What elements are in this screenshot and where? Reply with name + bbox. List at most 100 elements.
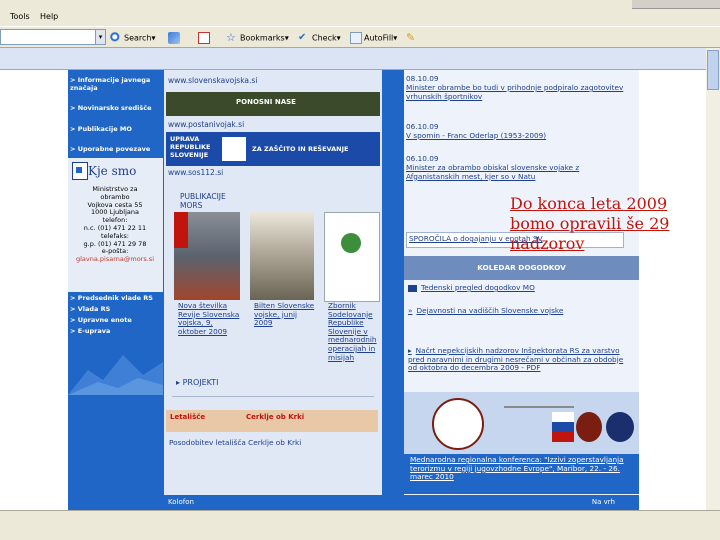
globe-emblem-icon — [432, 398, 484, 450]
nav-item-info[interactable]: > Informacije javnega značaja — [70, 76, 162, 92]
pub-caption-zbornik[interactable]: Zbornik Sodelovanje Republike Slovenije … — [328, 301, 382, 362]
news-column: 08.10.09 Minister obrambe bo tudi v prih… — [404, 70, 639, 495]
block-icon — [198, 32, 210, 44]
emblem-divider — [504, 406, 574, 408]
pub-cover-zbornik[interactable] — [324, 212, 380, 302]
block-button[interactable] — [198, 32, 212, 44]
web-page: > Informacije javnega značaja > Novinars… — [0, 70, 720, 510]
share-button[interactable] — [168, 32, 182, 44]
overlay-line: nadzorov — [510, 234, 585, 253]
news-link[interactable]: Minister za obrambo obiskal slovenske vo… — [406, 163, 634, 181]
link-prime-minister[interactable]: > Predsednik vlade RS — [70, 294, 162, 302]
seal-icon — [576, 412, 602, 442]
bookmarks-label: Bookmarks — [240, 33, 285, 43]
inspection-plan-link[interactable]: ▸ Načrt nepekcijskih nadzorov Inšpektorat… — [408, 346, 634, 373]
email-link[interactable]: glavna.pisarna@mors.si — [70, 255, 160, 264]
weekly-review-label: Tedenski pregled dogodkov MO — [421, 283, 535, 292]
link-admin-units[interactable]: > Upravne enote — [70, 316, 162, 324]
civil-protection-icon — [222, 137, 246, 161]
site-container: > Informacije javnega značaja > Novinars… — [68, 70, 639, 510]
dod-seal-icon — [606, 412, 634, 442]
conference-link[interactable]: Mednarodna regionalna konferenca: "Izziv… — [404, 454, 639, 494]
urszr-right-text: ZA ZAŠČITO IN REŠEVANJE — [252, 145, 349, 153]
search-arrow: ▾ — [151, 33, 156, 43]
overlay-annotation: Do konca leta 2009 bomo opravili še 29 n… — [510, 194, 715, 254]
search-dropdown-button[interactable]: ▾ — [95, 29, 106, 45]
star-icon: ☆ — [226, 31, 236, 44]
overlay-line: Do konca leta 2009 — [510, 194, 668, 213]
news-date: 06.10.09 — [406, 122, 439, 131]
url-sos112[interactable]: www.sos112.si — [168, 168, 223, 177]
conference-emblems[interactable] — [404, 392, 639, 454]
menu-bar: Tools Help — [0, 0, 720, 26]
sv-logo-icon — [174, 212, 188, 248]
nav-item-publications[interactable]: > Publikacije MO — [70, 125, 162, 133]
status-bar — [0, 510, 720, 540]
colophon-link[interactable]: Kolofon — [168, 498, 194, 506]
check-button[interactable]: ✔ Check▾ — [298, 32, 341, 44]
menu-tools[interactable]: Tools — [10, 12, 30, 21]
army-banner[interactable]: PONOSNI NASE — [166, 92, 380, 116]
pencil-icon: ✎ — [406, 31, 416, 44]
menu-help[interactable]: Help — [40, 12, 58, 21]
window-controls[interactable] — [632, 0, 720, 9]
bookmarks-button[interactable]: ☆ Bookmarks▾ — [226, 32, 289, 44]
pub-caption-bilten[interactable]: Bilten Slovenske vojske, junij 2009 — [254, 301, 316, 328]
contact-box: Kje smo Ministrstvo za obrambo Vojkova c… — [68, 158, 163, 293]
search-label: Search — [124, 33, 152, 43]
double-chevron-icon: » — [408, 306, 413, 315]
overlay-line: bomo opravili še 29 — [510, 214, 670, 233]
search-input[interactable] — [0, 29, 106, 45]
search-button[interactable]: Search▾ — [110, 32, 156, 44]
airport-caption[interactable]: Posodobitev letališča Cerklje ob Krki — [169, 438, 301, 447]
search-icon — [110, 32, 122, 44]
training-activities-link[interactable]: » Dejavnosti na vadiščih Slovenske vojske — [408, 306, 634, 316]
site-footer: Kolofon Na vrh — [68, 495, 639, 510]
url-slovenskavojska[interactable]: www.slovenskavojska.si — [168, 76, 257, 85]
link-e-uprava[interactable]: > E-uprava — [70, 327, 162, 335]
pub-cover-revija[interactable] — [174, 212, 240, 300]
contact-title: Kje smo — [88, 164, 137, 178]
url-postanivojak[interactable]: www.postanivojak.si — [168, 120, 244, 129]
back-to-top-link[interactable]: Na vrh — [592, 498, 615, 506]
urszr-line: REPUBLIKE — [170, 143, 211, 151]
checkmark-icon: ✔ — [298, 32, 307, 43]
events-calendar-header[interactable]: KOLEDAR DOGODKOV — [404, 256, 639, 280]
left-navigation: > Informacije javnega značaja > Novinars… — [68, 70, 163, 510]
mountain-graphic — [68, 355, 163, 395]
autofill-button[interactable]: AutoFill▾ — [350, 32, 397, 44]
airport-banner[interactable]: Letališče Cerklje ob Krki — [166, 410, 378, 432]
urszr-line: SLOVENIJE — [170, 151, 209, 159]
publications-title: PUBLIKACIJE MORS — [180, 192, 226, 210]
weekly-review-link[interactable]: Tedenski pregled dogodkov MO — [408, 283, 634, 293]
crest-icon — [72, 162, 88, 180]
nav-item-press[interactable]: > Novinarsko središče — [70, 104, 162, 112]
news-link[interactable]: V spomin - Franc Oderlap (1953-2009) — [406, 131, 634, 141]
nav-item-links[interactable]: > Uporabne povezave — [70, 145, 162, 153]
projects-title[interactable]: ▸ PROJEKTI — [176, 378, 219, 387]
scrollbar-thumb[interactable] — [707, 50, 719, 90]
inspection-plan-label: Načrt nepekcijskih nadzorov Inšpektorata… — [408, 346, 624, 373]
airport-label-a: Letališče — [170, 413, 206, 421]
bookmarks-arrow: ▾ — [284, 33, 289, 43]
army-banner-text: PONOSNI NASE — [236, 98, 296, 106]
news-link[interactable]: Minister obrambe bo tudi v prihodnje pod… — [406, 83, 634, 101]
arrows-icon — [168, 32, 180, 44]
pub-caption-revija[interactable]: Nova številka Revije Slovenska vojska, 9… — [178, 301, 240, 336]
airport-label-b: Cerklje ob Krki — [246, 413, 305, 421]
link-government[interactable]: > Vlada RS — [70, 305, 162, 313]
pencil-button[interactable]: ✎ — [406, 32, 420, 44]
pub-cover-bilten[interactable] — [250, 212, 314, 300]
vertical-scrollbar[interactable] — [706, 48, 720, 510]
training-activities-label: Dejavnosti na vadiščih Slovenske vojske — [416, 306, 564, 315]
calendar-icon — [408, 284, 417, 292]
urszr-banner[interactable]: UPRAVA REPUBLIKE SLOVENIJE ZA ZAŠČITO IN… — [166, 132, 380, 166]
contact-address: Ministrstvo za obrambo Vojkova cesta 55 … — [70, 185, 160, 264]
zbornik-emblem-icon — [341, 233, 361, 253]
check-label: Check — [312, 33, 337, 43]
middle-column: www.slovenskavojska.si PONOSNI NASE www.… — [164, 70, 382, 495]
news-date: 08.10.09 — [406, 74, 439, 83]
news-date: 06.10.09 — [406, 154, 439, 163]
divider — [172, 396, 374, 397]
tab-strip — [0, 48, 720, 70]
